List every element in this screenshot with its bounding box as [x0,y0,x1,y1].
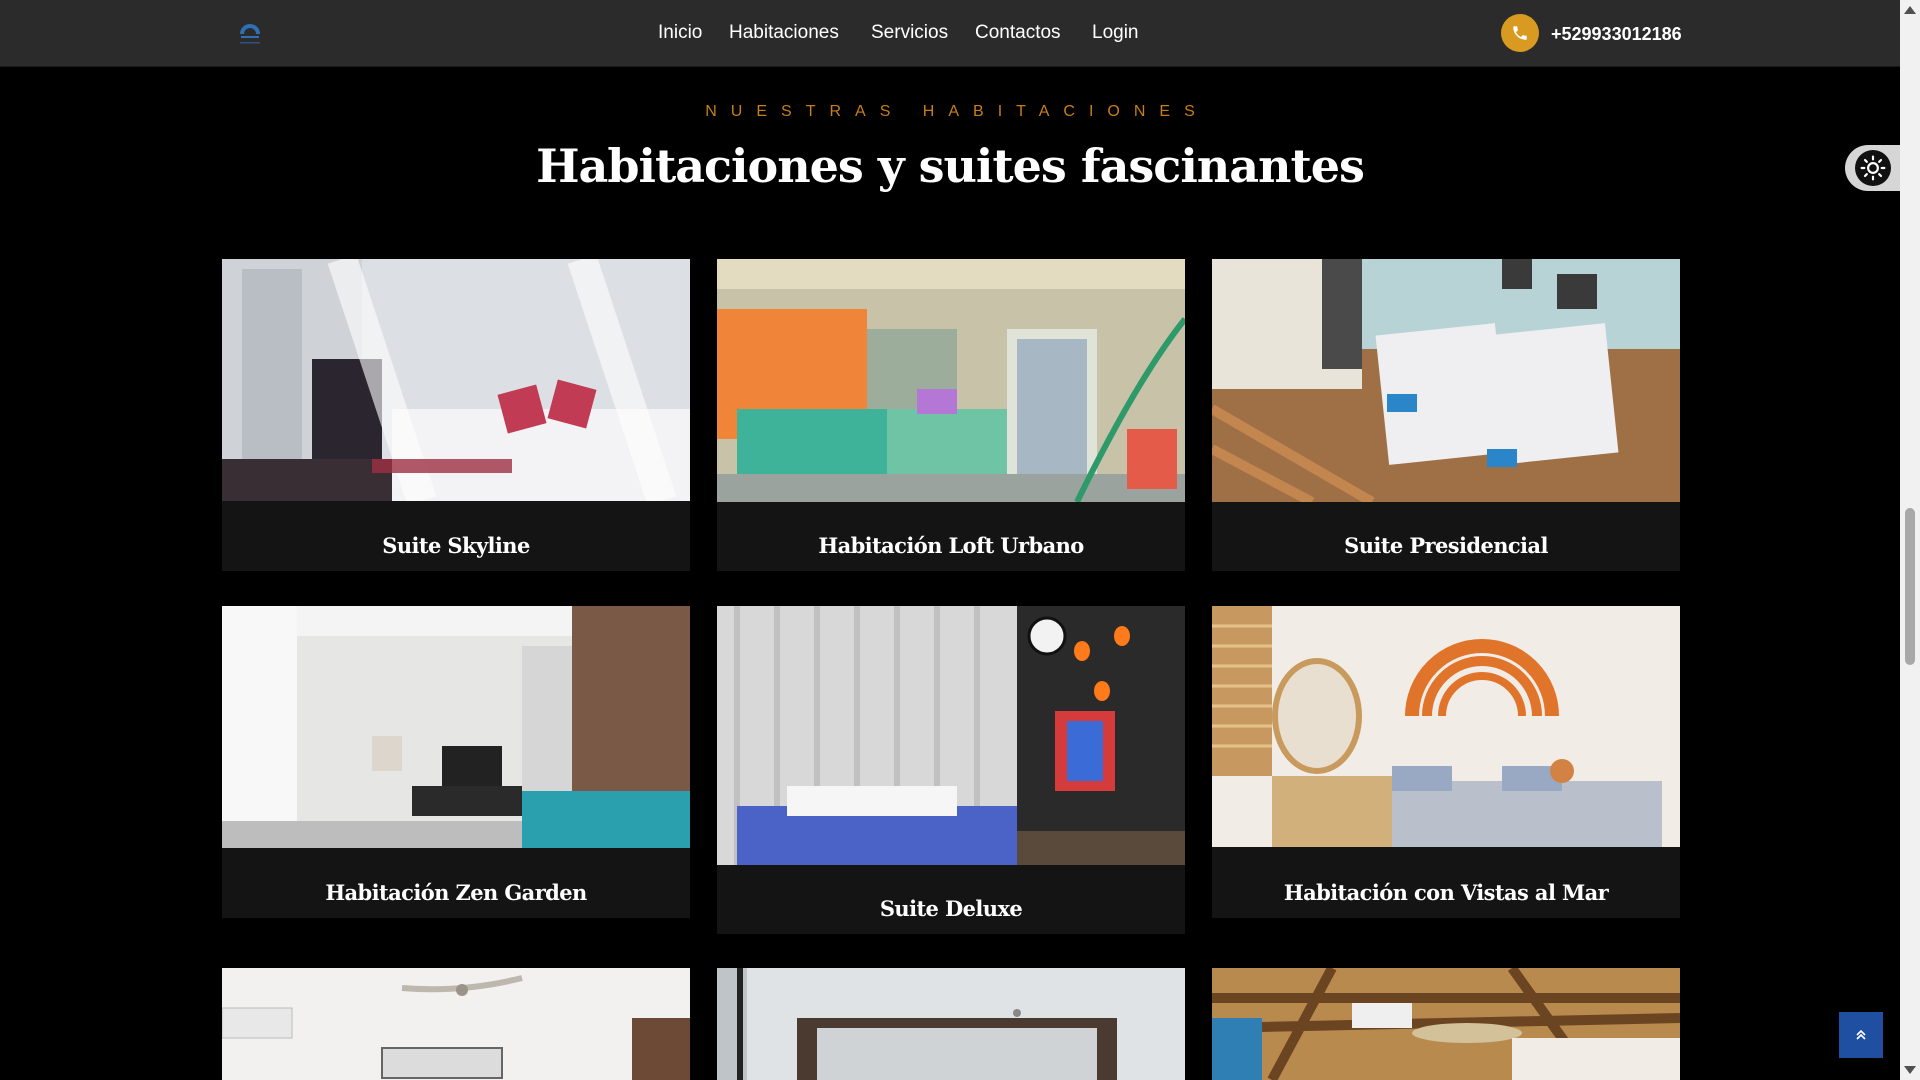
room-card-suite-presidencial[interactable]: Suite Presidencial [1212,259,1680,571]
room-card[interactable] [222,968,690,1080]
room-card-loft-urbano[interactable]: Habitación Loft Urbano [717,259,1185,571]
room-name: Habitación con Vistas al Mar [1283,880,1609,905]
back-to-top-button[interactable] [1839,1012,1883,1058]
double-chevron-up-icon [1856,1029,1866,1040]
section-title: Habitaciones y suites fascinantes [536,139,1365,193]
room-name: Suite Skyline [382,533,530,558]
nav-servicios[interactable]: Servicios [871,21,948,45]
nav-contactos[interactable]: Contactos [975,21,1061,45]
section-eyebrow: NUESTRAS HABITACIONES [705,103,1209,120]
sun-icon [1855,150,1891,186]
room-name: Habitación Zen Garden [325,880,587,905]
bedroom-ceiling-fan-photo [222,968,690,1080]
page-scrollbar[interactable] [1900,0,1920,1080]
nav-habitaciones[interactable]: Habitaciones [729,21,839,45]
room-name: Suite Presidencial [1344,533,1548,558]
room-card-vistas-al-mar[interactable]: Habitación con Vistas al Mar [1212,606,1680,918]
room-card[interactable] [1212,968,1680,1080]
bedroom-orange-curtains-photo [717,259,1185,502]
bedroom-wood-beams-photo [1212,968,1680,1080]
bedroom-blue-bed-art-photo [717,606,1185,865]
room-name: Suite Deluxe [879,896,1023,921]
room-card-suite-skyline[interactable]: Suite Skyline [222,259,690,571]
room-card-zen-garden[interactable]: Habitación Zen Garden [222,606,690,918]
bedroom-canopy-bed-photo [222,259,690,501]
site-header: Inicio Habitaciones Servicios Contactos … [0,0,1900,67]
bedroom-twin-beds-photo [1212,259,1680,502]
scroll-up-arrow-icon[interactable] [1904,6,1916,14]
room-name: Habitación Loft Urbano [818,533,1084,558]
theme-toggle[interactable] [1845,145,1905,191]
bedroom-white-modern-photo [222,606,690,848]
nav-login[interactable]: Login [1092,21,1139,45]
scroll-down-arrow-icon[interactable] [1904,1066,1916,1074]
nav-inicio[interactable]: Inicio [658,21,702,45]
bedroom-rainbow-wall-photo [1212,606,1680,847]
room-card[interactable] [717,968,1185,1080]
room-card-suite-deluxe[interactable]: Suite Deluxe [717,606,1185,934]
phone-icon[interactable] [1501,14,1539,52]
bedroom-modern-ceiling-photo [717,968,1185,1080]
phone-number[interactable]: +529933012186 [1551,22,1682,46]
scrollbar-thumb[interactable] [1905,508,1915,665]
